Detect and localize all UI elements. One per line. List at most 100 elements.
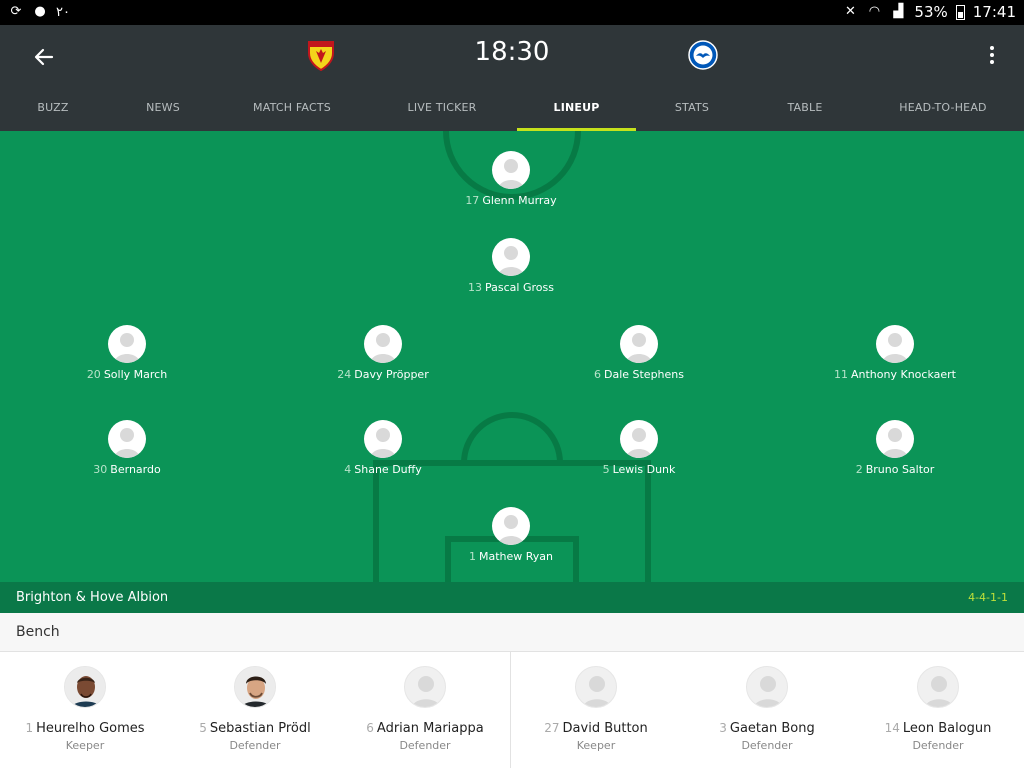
player-card[interactable]: 11 Anthony Knockaert [795, 325, 995, 381]
player-avatar-icon [108, 420, 146, 458]
player-avatar-icon [620, 325, 658, 363]
tab-live-ticker[interactable]: LIVE TICKER [392, 101, 492, 131]
bench-player-name: Adrian Mariappa [376, 721, 484, 736]
player-avatar-icon [746, 666, 788, 708]
player-card[interactable]: 30 Bernardo [27, 420, 227, 476]
team-name: Brighton & Hove Albion [16, 590, 169, 605]
bench-player-role: Defender [399, 739, 451, 752]
bench-player-role: Defender [912, 739, 964, 752]
bench-player-name: Gaetan Bong [729, 721, 815, 736]
bench-player[interactable]: 14 Leon Balogun Defender [853, 666, 1023, 752]
player-number: 5 [602, 463, 610, 476]
player-avatar-icon [404, 666, 446, 708]
player-name: Anthony Knockaert [851, 368, 956, 381]
sync-icon: ⟳ [10, 4, 22, 19]
bench-header: Bench [0, 613, 1024, 652]
player-avatar-icon [620, 420, 658, 458]
bench-player-role: Keeper [576, 739, 616, 752]
signal-icon: ▟ [893, 4, 904, 19]
player-number: 4 [344, 463, 352, 476]
player-name: Shane Duffy [354, 463, 422, 476]
bench-player[interactable]: 5 Sebastian Prödl Defender [170, 666, 340, 752]
player-name: Solly March [103, 368, 168, 381]
bench-list: 1 Heurelho Gomes Keeper 5 Sebastian Prödl … [0, 652, 1024, 768]
formation: 4-4-1-1 [968, 591, 1008, 604]
bench-player-name: Leon Balogun [902, 721, 992, 736]
player-number: 13 [468, 281, 483, 294]
bench-player-name: David Button [562, 721, 648, 736]
player-card[interactable]: 17 Glenn Murray [411, 151, 611, 207]
tab-table[interactable]: TABLE [772, 101, 838, 131]
back-arrow-icon[interactable] [30, 43, 58, 71]
player-number: 1 [468, 550, 476, 563]
player-card[interactable]: 2 Bruno Saltor [795, 420, 995, 476]
tab-bar: BUZZ NEWS MATCH FACTS LIVE TICKER LINEUP… [0, 95, 1024, 131]
player-avatar-icon [492, 151, 530, 189]
bench-player-name: Heurelho Gomes [36, 721, 145, 736]
tab-buzz[interactable]: BUZZ [22, 101, 84, 131]
bench-player-number: 1 [25, 721, 34, 735]
player-avatar-icon [917, 666, 959, 708]
bench-player-number: 6 [366, 721, 374, 735]
match-header: 18:30 BUZZ NEWS MATCH FACTS LIVE TICKER … [0, 25, 1024, 131]
player-name: Pascal Gross [485, 281, 554, 294]
player-number: 20 [86, 368, 101, 381]
player-avatar-icon [364, 325, 402, 363]
player-number: 6 [593, 368, 601, 381]
wifi-icon: ◠ [868, 4, 881, 19]
team-bar: Brighton & Hove Albion 4-4-1-1 [0, 582, 1024, 613]
bench-player[interactable]: 6 Adrian Mariappa Defender [340, 666, 510, 752]
watford-crest-icon [306, 39, 336, 72]
bench-player[interactable]: 27 David Button Keeper [511, 666, 681, 752]
player-avatar-icon [575, 666, 617, 708]
player-number: 24 [337, 368, 352, 381]
status-bar: ⟳ ● ٢٠ ✕ ◠ ▟ 53% 17:41 [0, 0, 1024, 25]
player-name: Dale Stephens [603, 368, 685, 381]
bench-player-role: Defender [229, 739, 281, 752]
player-card[interactable]: 20 Solly March [27, 325, 227, 381]
player-card[interactable]: 13 Pascal Gross [411, 238, 611, 294]
bench-player-role: Defender [741, 739, 793, 752]
tab-lineup[interactable]: LINEUP [517, 101, 636, 131]
player-card[interactable]: 5 Lewis Dunk [539, 420, 739, 476]
chat-icon: ● [34, 4, 46, 19]
bench-player-number: 3 [719, 721, 727, 735]
bench-player[interactable]: 3 Gaetan Bong Defender [682, 666, 852, 752]
player-photo [64, 666, 106, 708]
kickoff-time: 18:30 [474, 37, 550, 67]
player-photo [234, 666, 276, 708]
pitch: 17 Glenn Murray 13 Pascal Gross 20 Solly Ma… [0, 131, 1024, 582]
bench-player-number: 14 [884, 721, 900, 735]
bench-player-number: 5 [199, 721, 207, 735]
player-name: Lewis Dunk [612, 463, 676, 476]
clock: 17:41 [972, 3, 1016, 21]
tab-stats[interactable]: STATS [660, 101, 724, 131]
player-number: 2 [855, 463, 863, 476]
status-left-text: ٢٠ [56, 4, 70, 20]
more-options-icon[interactable] [984, 43, 1000, 71]
player-card[interactable]: 1 Mathew Ryan [411, 507, 611, 563]
battery-percent: 53% [914, 3, 948, 21]
tab-match-facts[interactable]: MATCH FACTS [242, 101, 342, 131]
player-avatar-icon [492, 507, 530, 545]
brighton-crest-icon [688, 40, 718, 70]
bench-title: Bench [16, 624, 60, 640]
bench-player-name: Sebastian Prödl [209, 721, 311, 736]
player-name: Bruno Saltor [865, 463, 935, 476]
player-avatar-icon [364, 420, 402, 458]
tab-head-to-head[interactable]: HEAD-TO-HEAD [888, 101, 998, 131]
player-number: 30 [93, 463, 108, 476]
player-name: Glenn Murray [482, 194, 557, 207]
player-name: Mathew Ryan [478, 550, 554, 563]
player-card[interactable]: 4 Shane Duffy [283, 420, 483, 476]
player-number: 11 [834, 368, 848, 381]
tab-news[interactable]: NEWS [132, 101, 194, 131]
player-name: Davy Pröpper [354, 368, 429, 381]
bench-player[interactable]: 1 Heurelho Gomes Keeper [0, 666, 170, 752]
player-avatar-icon [876, 420, 914, 458]
player-avatar-icon [876, 325, 914, 363]
player-card[interactable]: 24 Davy Pröpper [283, 325, 483, 381]
player-name: Bernardo [110, 463, 161, 476]
player-card[interactable]: 6 Dale Stephens [539, 325, 739, 381]
bench-player-role: Keeper [65, 739, 105, 752]
